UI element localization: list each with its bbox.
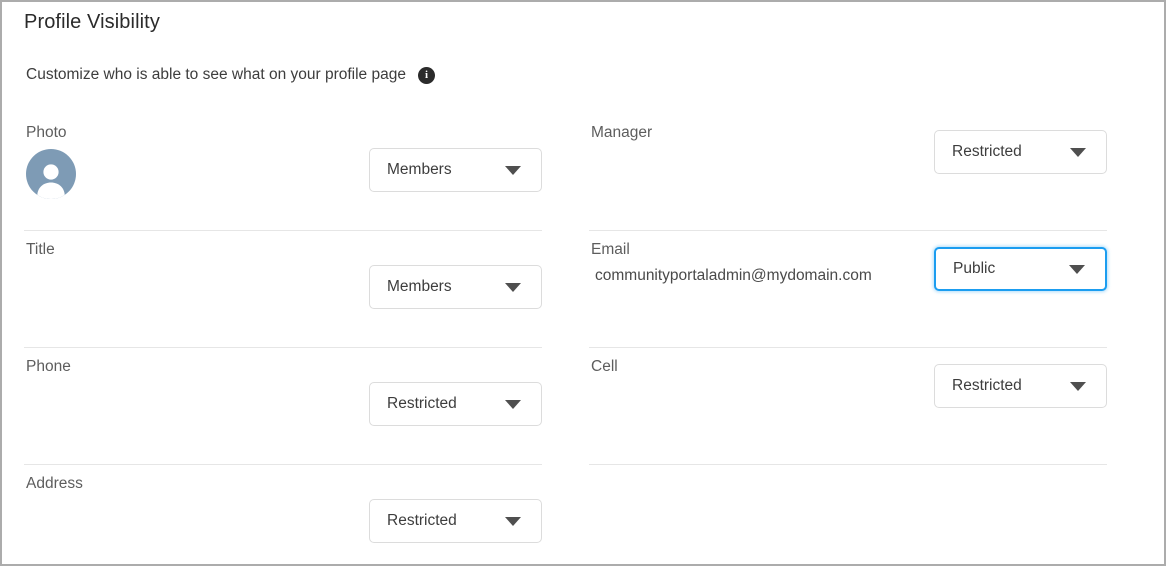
visibility-dropdown-phone[interactable]: Restricted [369, 382, 542, 426]
field-row-phone: Phone Restricted [24, 348, 542, 465]
visibility-dropdown-email[interactable]: Public [934, 247, 1107, 291]
field-row-title: Title Members [24, 231, 542, 348]
visibility-dropdown-manager[interactable]: Restricted [934, 130, 1107, 174]
chevron-down-icon [1070, 147, 1086, 157]
visibility-dropdown-photo[interactable]: Members [369, 148, 542, 192]
panel-subtitle: Customize who is able to see what on you… [26, 66, 406, 83]
field-label-address: Address [26, 475, 83, 492]
visibility-dropdown-title-value: Members [387, 278, 452, 295]
visibility-dropdown-address[interactable]: Restricted [369, 499, 542, 543]
chevron-down-icon [505, 399, 521, 409]
visibility-dropdown-title[interactable]: Members [369, 265, 542, 309]
field-label-cell: Cell [591, 358, 618, 375]
visibility-dropdown-cell[interactable]: Restricted [934, 364, 1107, 408]
user-avatar-icon [26, 149, 76, 199]
email-value-text: communityportaladmin@mydomain.com [595, 267, 872, 284]
field-label-manager: Manager [591, 124, 653, 141]
field-row-photo: Photo Members [24, 114, 542, 231]
profile-visibility-panel: Profile Visibility Customize who is able… [0, 0, 1166, 566]
field-row-address: Address Restricted [24, 465, 542, 564]
info-icon[interactable]: i [417, 66, 435, 84]
field-row-cell: Cell Restricted [589, 348, 1107, 465]
visibility-dropdown-cell-value: Restricted [952, 377, 1022, 394]
chevron-down-icon [505, 282, 521, 292]
field-row-manager: Manager Restricted [589, 114, 1107, 231]
visibility-dropdown-phone-value: Restricted [387, 395, 457, 412]
visibility-dropdown-photo-value: Members [387, 161, 452, 178]
field-label-email: Email [591, 241, 630, 258]
right-column: Manager Restricted Email communityportal… [589, 114, 1107, 465]
visibility-dropdown-manager-value: Restricted [952, 143, 1022, 160]
chevron-down-icon [1070, 381, 1086, 391]
panel-subtitle-row: Customize who is able to see what on you… [26, 66, 435, 84]
chevron-down-icon [505, 165, 521, 175]
field-label-title: Title [26, 241, 55, 258]
chevron-down-icon [505, 516, 521, 526]
chevron-down-icon [1069, 264, 1085, 274]
visibility-dropdown-email-value: Public [953, 260, 996, 277]
field-label-photo: Photo [26, 124, 67, 141]
left-column: Photo Members Title Members Phone Restri… [24, 114, 542, 564]
row-divider [589, 464, 1107, 465]
field-row-email: Email communityportaladmin@mydomain.com … [589, 231, 1107, 348]
visibility-dropdown-address-value: Restricted [387, 512, 457, 529]
page-title: Profile Visibility [24, 11, 160, 33]
field-label-phone: Phone [26, 358, 71, 375]
